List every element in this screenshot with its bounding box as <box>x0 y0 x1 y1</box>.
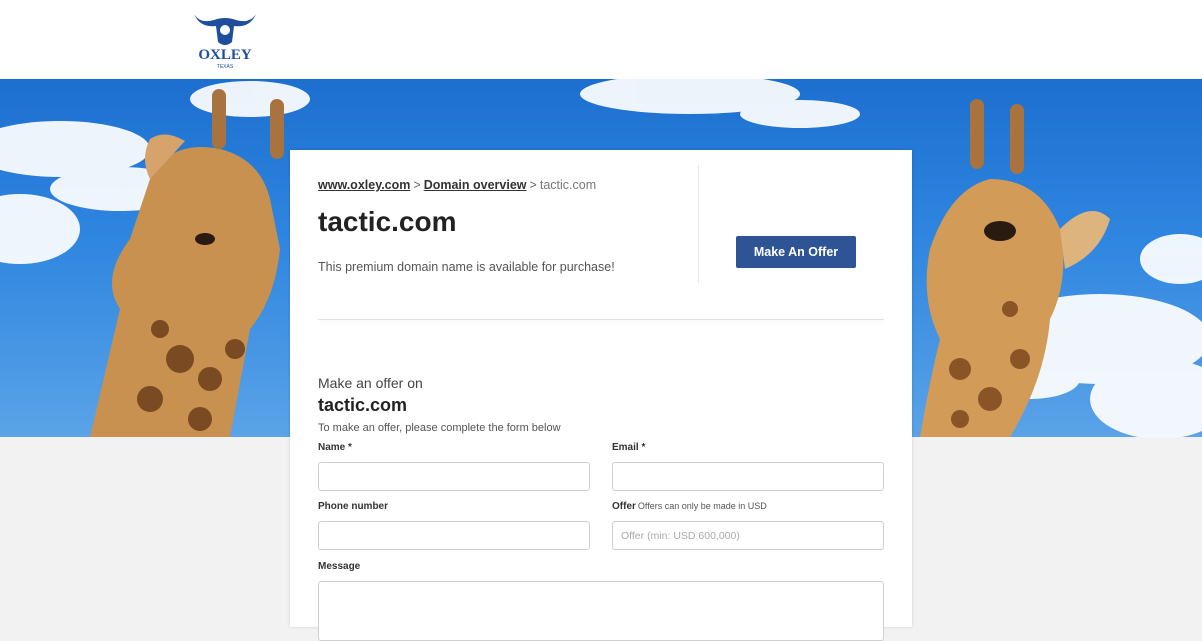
name-field[interactable] <box>318 462 590 491</box>
message-field[interactable] <box>318 581 884 641</box>
breadcrumb-separator: > <box>529 178 537 192</box>
domain-card: www.oxley.com > Domain overview > tactic.com… <box>290 150 912 641</box>
offer-form-domain: tactic.com <box>318 395 408 415</box>
breadcrumb-home-link[interactable]: www.oxley.com <box>318 178 410 192</box>
name-label: Name * <box>318 442 352 453</box>
breadcrumb-separator: > <box>413 178 421 192</box>
vertical-divider <box>698 165 699 283</box>
site-header: OXLEY TEXAS <box>0 0 1202 79</box>
domain-title: tactic.com <box>318 206 457 237</box>
offer-amount-field[interactable] <box>612 521 884 550</box>
breadcrumb-domain-overview-link[interactable]: Domain overview <box>424 178 527 192</box>
oxley-logo[interactable]: OXLEY TEXAS <box>190 8 260 70</box>
message-label: Message <box>318 561 361 572</box>
make-an-offer-button[interactable]: Make An Offer <box>736 236 856 268</box>
domain-tagline: This premium domain name is available fo… <box>318 260 615 274</box>
offer-label-text: Offer <box>612 501 636 512</box>
offer-label: Offer Offers can only be made in USD <box>612 501 767 512</box>
breadcrumb: www.oxley.com > Domain overview > tactic.com <box>318 178 596 192</box>
longhorn-logo-icon: OXLEY TEXAS <box>194 14 256 70</box>
phone-field[interactable] <box>318 521 590 550</box>
breadcrumb-current: tactic.com <box>539 178 597 192</box>
phone-label: Phone number <box>318 501 389 512</box>
offer-currency-note: Offers can only be made in USD <box>637 501 767 511</box>
email-label: Email * <box>612 442 646 453</box>
email-field[interactable] <box>612 462 884 491</box>
offer-form-intro: To make an offer, please complete the fo… <box>318 422 561 434</box>
offer-form-heading: Make an offer on <box>318 375 423 391</box>
svg-text:OXLEY: OXLEY <box>198 47 252 63</box>
svg-text:TEXAS: TEXAS <box>217 64 234 70</box>
section-divider <box>318 319 884 320</box>
